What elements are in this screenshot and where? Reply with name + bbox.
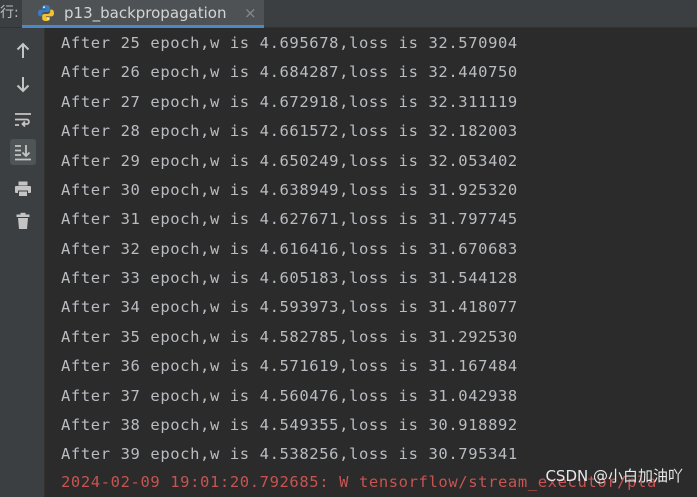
- console-line: After 33 epoch,w is 4.605183,loss is 31.…: [61, 269, 518, 287]
- console-line: After 34 epoch,w is 4.593973,loss is 31.…: [61, 298, 518, 316]
- clear-console-button[interactable]: [10, 208, 36, 234]
- scroll-up-button[interactable]: [10, 38, 36, 64]
- console-line: After 28 epoch,w is 4.661572,loss is 32.…: [61, 122, 518, 140]
- console-line: After 32 epoch,w is 4.616416,loss is 31.…: [61, 240, 518, 258]
- close-tab-icon[interactable]: ×: [244, 4, 257, 22]
- csdn-watermark: CSDN @小白加油吖: [545, 467, 683, 485]
- scroll-to-end-icon: [15, 145, 31, 161]
- run-tab-bar: 行: p13_backpropagation ×: [0, 0, 697, 28]
- print-button[interactable]: [10, 176, 36, 202]
- console-line: After 39 epoch,w is 4.538256,loss is 30.…: [61, 445, 518, 463]
- console-line: After 27 epoch,w is 4.672918,loss is 32.…: [61, 93, 518, 111]
- tab-title: p13_backpropagation: [64, 4, 227, 22]
- console-output[interactable]: After 25 epoch,w is 4.695678,loss is 32.…: [46, 28, 697, 497]
- arrow-up-icon: [16, 42, 30, 58]
- console-line: After 37 epoch,w is 4.560476,loss is 31.…: [61, 387, 518, 405]
- run-window: 行: p13_backpropagation × After 25 epoch,…: [0, 0, 697, 497]
- console-toolbar: [0, 28, 45, 497]
- console-line: After 36 epoch,w is 4.571619,loss is 31.…: [61, 357, 518, 375]
- scroll-down-button[interactable]: [10, 71, 36, 97]
- console-line: After 25 epoch,w is 4.695678,loss is 32.…: [61, 34, 518, 52]
- run-label: 行:: [0, 5, 19, 21]
- scroll-to-end-button[interactable]: [10, 139, 36, 165]
- console-line: After 30 epoch,w is 4.638949,loss is 31.…: [61, 181, 518, 199]
- soft-wrap-icon: [15, 113, 31, 128]
- printer-icon: [15, 181, 31, 197]
- console-line: After 31 epoch,w is 4.627671,loss is 31.…: [61, 210, 518, 228]
- tab-p13-backpropagation[interactable]: p13_backpropagation ×: [22, 0, 264, 28]
- python-icon: [37, 4, 55, 22]
- console-line: After 26 epoch,w is 4.684287,loss is 32.…: [61, 63, 518, 81]
- console-line: After 38 epoch,w is 4.549355,loss is 30.…: [61, 416, 518, 434]
- soft-wrap-button[interactable]: [10, 107, 36, 133]
- trash-icon: [16, 212, 30, 229]
- console-line: After 29 epoch,w is 4.650249,loss is 32.…: [61, 152, 518, 170]
- console-line: After 35 epoch,w is 4.582785,loss is 31.…: [61, 328, 518, 346]
- arrow-down-icon: [16, 77, 30, 93]
